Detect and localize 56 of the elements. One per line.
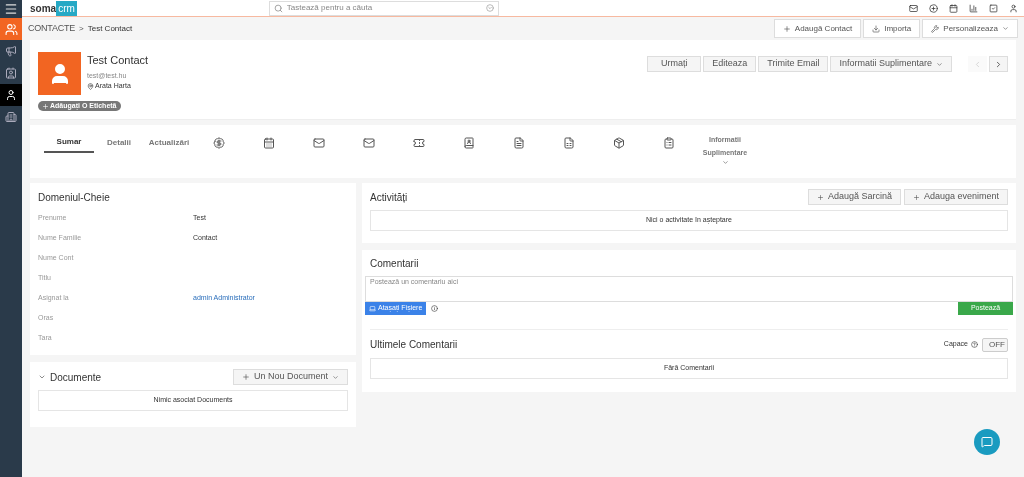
chart-icon[interactable] xyxy=(969,3,978,13)
plus-icon xyxy=(816,193,824,201)
avatar xyxy=(38,52,81,95)
caret-icon xyxy=(1002,25,1009,32)
section-title: Activități xyxy=(370,190,408,205)
help-icon[interactable] xyxy=(971,341,978,348)
mail-icon[interactable] xyxy=(909,3,918,13)
caret-icon xyxy=(332,373,339,381)
wrench-icon xyxy=(931,24,940,33)
logo[interactable]: soma crm xyxy=(30,0,77,16)
search-input[interactable]: Tastează pentru a căuta xyxy=(286,2,482,14)
import-button[interactable]: Importa xyxy=(863,19,921,38)
calendar-icon[interactable] xyxy=(949,3,958,13)
dropdown-icon[interactable] xyxy=(485,4,494,12)
breadcrumb-current: Test Contact xyxy=(87,22,133,35)
section-title: Domeniul-Cheie xyxy=(38,191,111,205)
send-email-button[interactable]: Trimite Email xyxy=(758,56,829,72)
caret-icon xyxy=(936,60,943,68)
checkbox-icon[interactable] xyxy=(989,3,998,13)
tab[interactable]: Actualizări xyxy=(144,133,194,153)
people-icon[interactable] xyxy=(0,18,22,40)
section-title: Ultimele Comentarii xyxy=(370,338,458,352)
search-field[interactable]: Tastează pentru a căuta xyxy=(268,0,499,16)
person-icon[interactable] xyxy=(0,84,22,106)
add-contact-button[interactable]: Adaugă Contact xyxy=(773,19,862,38)
customize-button[interactable]: Personalizeaza xyxy=(922,19,1018,38)
follow-button[interactable]: Urmați xyxy=(647,56,702,72)
add-task-button[interactable]: Adaugă Sarcină xyxy=(807,189,901,205)
tab[interactable]: Detalii xyxy=(94,133,144,153)
map-pin-icon xyxy=(87,82,94,90)
contact-name: Test Contact xyxy=(87,53,149,68)
plus-icon xyxy=(912,193,920,201)
download-icon xyxy=(872,24,881,33)
breadcrumb-section[interactable]: CONTACTE xyxy=(28,21,76,36)
caps-toggle[interactable]: OFF xyxy=(982,337,1008,352)
edit-button[interactable]: Editeaza xyxy=(703,56,757,72)
section-title: Documente xyxy=(50,370,102,385)
laptop-icon xyxy=(369,305,376,312)
chat-button[interactable] xyxy=(974,429,1000,455)
add-event-button[interactable]: Adauga eveniment xyxy=(903,189,1008,205)
tab[interactable]: Sumar xyxy=(44,133,94,153)
more-info-button[interactable]: Informatii Suplimentare xyxy=(830,56,952,72)
caret-icon xyxy=(721,159,729,166)
search-icon xyxy=(273,3,283,13)
collapse-icon[interactable] xyxy=(38,373,46,381)
info-icon[interactable] xyxy=(431,305,439,312)
chat-icon xyxy=(981,436,993,448)
section-title: Comentarii xyxy=(369,257,420,271)
plus-icon xyxy=(241,373,250,381)
add-icon[interactable] xyxy=(929,3,938,13)
breadcrumb-separator: > xyxy=(79,22,84,35)
plus-icon xyxy=(42,102,49,110)
new-document-button[interactable]: Un Nou Document xyxy=(232,369,348,385)
plus-icon xyxy=(782,24,791,33)
chevron-right-icon xyxy=(994,59,1003,69)
chevron-left-icon xyxy=(973,59,982,69)
